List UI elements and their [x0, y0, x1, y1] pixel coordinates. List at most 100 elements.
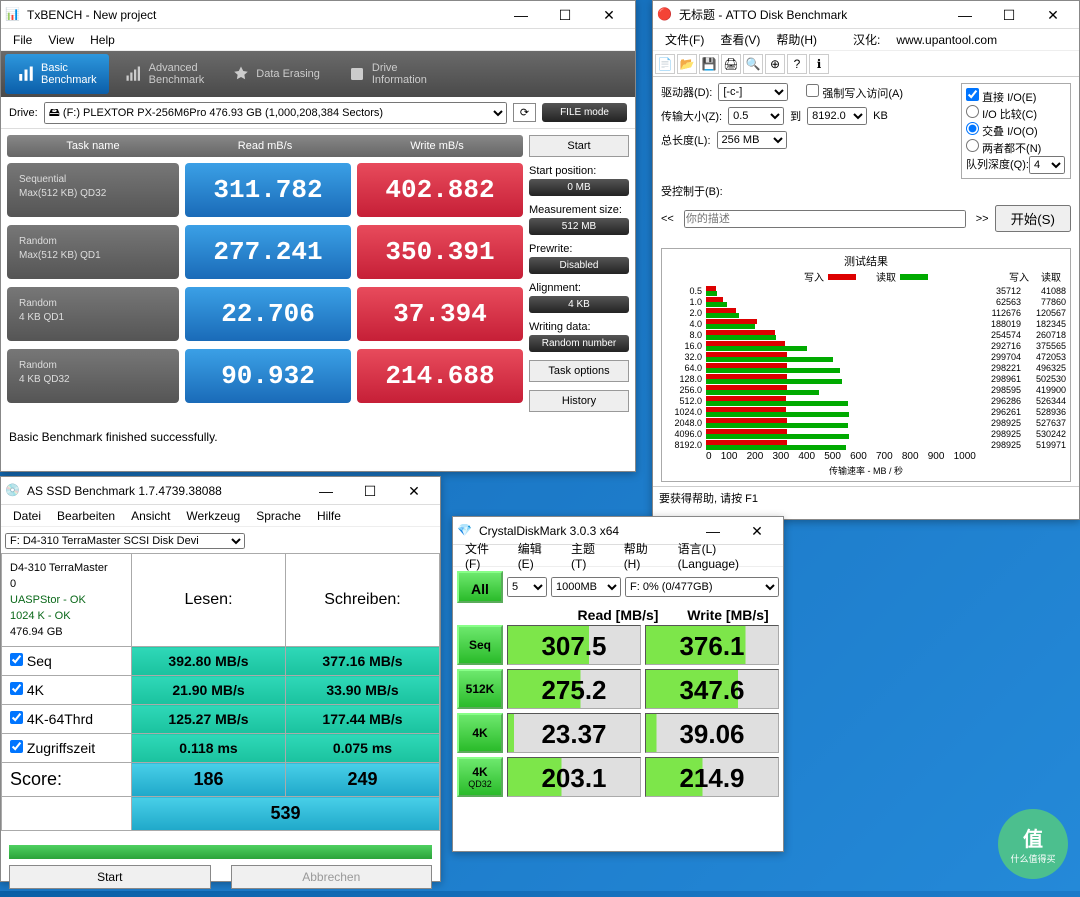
bench-task-label: Random4 KB QD32 [7, 349, 179, 403]
history-button[interactable]: History [529, 390, 629, 412]
about-icon[interactable]: ℹ [809, 54, 829, 74]
menu-view[interactable]: 查看(V) [712, 29, 768, 50]
tab-advanced-benchmark[interactable]: Advanced Benchmark [113, 54, 217, 94]
drive-select[interactable]: F: D4-310 TerraMaster SCSI Disk Devi [5, 533, 245, 549]
menu-file[interactable]: 文件(F) [457, 538, 510, 573]
axis-label: 传输速率 - MB / 秒 [666, 464, 1066, 477]
overlap-radio[interactable] [966, 122, 979, 135]
tab-drive-information[interactable]: Drive Information [336, 54, 439, 94]
close-button[interactable]: ✕ [392, 478, 436, 504]
tab-basic-benchmark[interactable]: Basic Benchmark [5, 54, 109, 94]
menu-file[interactable]: 文件(F) [657, 29, 712, 50]
new-icon[interactable]: 📄 [655, 54, 675, 74]
open-icon[interactable]: 📂 [677, 54, 697, 74]
start-button[interactable]: 开始(S) [995, 205, 1071, 232]
write-value: 298595 [976, 385, 1021, 396]
save-icon[interactable]: 💾 [699, 54, 719, 74]
cdm-test-button[interactable]: 4KQD32 [457, 757, 503, 797]
minimize-button[interactable]: — [499, 2, 543, 28]
start-button[interactable]: Start [529, 135, 629, 157]
write-value: 298925 [976, 429, 1021, 440]
write-header: Schreiben: [286, 554, 440, 647]
maximize-button[interactable]: ☐ [348, 478, 392, 504]
read-value: 77860 [1021, 297, 1066, 308]
maximize-button[interactable]: ☐ [543, 2, 587, 28]
assd-titlebar[interactable]: 💿 AS SSD Benchmark 1.7.4739.38088 — ☐ ✕ [1, 477, 440, 505]
start-button[interactable]: Start [9, 865, 211, 889]
axis-tick: 700 [876, 451, 893, 462]
write-value: 177.44 MB/s [286, 705, 440, 734]
tool-icon[interactable]: 🔍 [743, 54, 763, 74]
runs-select[interactable]: 5 [507, 577, 547, 597]
minimize-button[interactable]: — [304, 478, 348, 504]
menu-language[interactable]: 语言(L)(Language) [670, 538, 779, 573]
all-button[interactable]: All [457, 571, 503, 603]
test-label[interactable]: Seq [2, 647, 132, 676]
test-label[interactable]: 4K [2, 676, 132, 705]
cdm-test-button[interactable]: Seq [457, 625, 503, 665]
menu-help[interactable]: 帮助(H) [616, 538, 670, 573]
file-mode-button[interactable]: FILE mode [542, 103, 627, 122]
transfer-to-select[interactable]: 8192.0 [807, 107, 867, 125]
menu-werkzeug[interactable]: Werkzeug [178, 507, 248, 525]
test-label[interactable]: 4K-64Thrd [2, 705, 132, 734]
atto-app-icon: 🔴 [657, 7, 673, 23]
chart-y-label: 2.0 [666, 308, 702, 319]
tool2-icon[interactable]: ⊕ [765, 54, 785, 74]
close-button[interactable]: ✕ [587, 2, 631, 28]
queue-depth-select[interactable]: 4 [1029, 156, 1065, 174]
tab-data-erasing[interactable]: Data Erasing [220, 57, 332, 91]
menu-datei[interactable]: Datei [5, 507, 49, 525]
transfer-from-select[interactable]: 0.5 [728, 107, 784, 125]
start-pos-label: Start position: [529, 165, 629, 177]
menu-bearbeiten[interactable]: Bearbeiten [49, 507, 123, 525]
abort-button[interactable]: Abbrechen [231, 865, 433, 889]
axis-tick: 300 [773, 451, 790, 462]
menu-ansicht[interactable]: Ansicht [123, 507, 178, 525]
direct-io-checkbox[interactable] [966, 88, 979, 101]
task-options-button[interactable]: Task options [529, 360, 629, 382]
minimize-button[interactable]: — [943, 2, 987, 28]
force-write-checkbox[interactable] [806, 84, 819, 97]
chart-bar-row [706, 330, 976, 341]
size-select[interactable]: 1000MB [551, 577, 621, 597]
bench-read-value: 311.782 [185, 163, 351, 217]
drive-select[interactable]: [-c-] [718, 83, 788, 101]
test-label[interactable]: Zugriffszeit [2, 734, 132, 763]
menu-hilfe[interactable]: Hilfe [309, 507, 349, 525]
menu-view[interactable]: View [40, 31, 82, 49]
refresh-icon[interactable]: ⟳ [513, 103, 536, 122]
bench-write-value: 350.391 [357, 225, 523, 279]
txbench-titlebar[interactable]: 📊 TxBENCH - New project — ☐ ✕ [1, 1, 635, 29]
maximize-button[interactable]: ☐ [987, 2, 1031, 28]
smzdm-logo: 值 什么值得买 [998, 809, 1068, 879]
help-icon[interactable]: ? [787, 54, 807, 74]
total-len-select[interactable]: 256 MB [717, 131, 787, 149]
menu-file[interactable]: File [5, 31, 40, 49]
close-button[interactable]: ✕ [1031, 2, 1075, 28]
cdm-test-button[interactable]: 4K [457, 713, 503, 753]
print-icon[interactable]: 🖨 [721, 54, 741, 74]
drive-select[interactable]: F: 0% (0/477GB) [625, 577, 779, 597]
cdm-test-button[interactable]: 512K [457, 669, 503, 709]
write-header: Write [MB/s] [673, 607, 783, 623]
menu-edit[interactable]: 编辑(E) [510, 538, 563, 573]
atto-title: 无标题 - ATTO Disk Benchmark [679, 6, 943, 23]
menu-theme[interactable]: 主题(T) [563, 538, 616, 573]
io-compare-radio[interactable] [966, 105, 979, 118]
write-value: 35712 [976, 286, 1021, 297]
chart-y-label: 512.0 [666, 396, 702, 407]
axis-tick: 400 [798, 451, 815, 462]
chart-y-label: 32.0 [666, 352, 702, 363]
menu-help[interactable]: 帮助(H) [768, 29, 825, 50]
cdm-read-value: 275.2 [507, 669, 641, 709]
description-input[interactable] [684, 210, 966, 228]
hanhua-link[interactable]: www.upantool.com [888, 31, 1005, 49]
write-value: 112676 [976, 308, 1021, 319]
atto-titlebar[interactable]: 🔴 无标题 - ATTO Disk Benchmark — ☐ ✕ [653, 1, 1079, 29]
neither-radio[interactable] [966, 139, 979, 152]
menu-help[interactable]: Help [82, 31, 123, 49]
menu-sprache[interactable]: Sprache [248, 507, 309, 525]
read-value: 472053 [1021, 352, 1066, 363]
drive-select[interactable]: 🖴 (F:) PLEXTOR PX-256M6Pro 476.93 GB (1,… [44, 102, 507, 124]
